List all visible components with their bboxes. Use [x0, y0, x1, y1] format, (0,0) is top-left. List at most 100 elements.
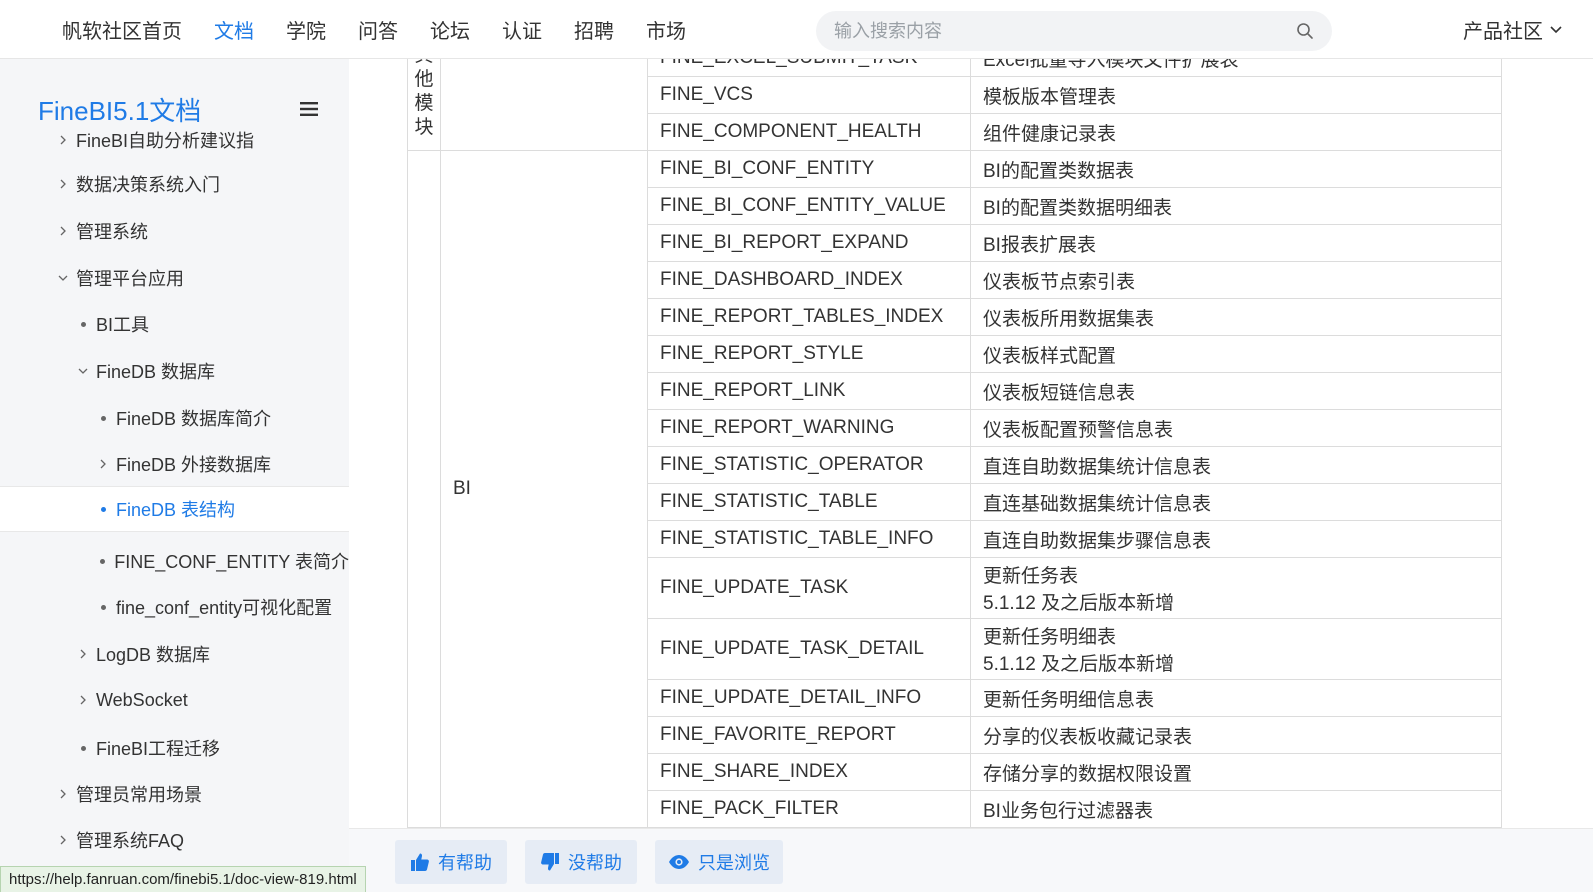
- table-desc-cell: 直连自助数据集步骤信息表: [970, 520, 1502, 558]
- search-input[interactable]: [834, 11, 1274, 51]
- nav-item[interactable]: 认证: [502, 15, 542, 44]
- sidebar-item-label: 数据决策系统入门: [76, 175, 220, 195]
- sidebar-item[interactable]: LogDB 数据库: [0, 631, 349, 677]
- sidebar-item[interactable]: FineDB 外接数据库: [0, 441, 349, 487]
- table-desc-cell: 组件健康记录表: [970, 113, 1502, 151]
- product-community-menu[interactable]: 产品社区: [1463, 0, 1563, 59]
- sidebar-item[interactable]: FineDB 表结构: [0, 486, 349, 532]
- table-row: BI FINE_BI_CONF_ENTITY BI的配置类数据表: [407, 150, 1502, 828]
- sidebar-item[interactable]: BI工具: [0, 301, 349, 347]
- table-desc-cell: 更新任务表 5.1.12 及之后版本新增: [970, 557, 1502, 619]
- chevron-down-icon: [56, 274, 70, 282]
- table-desc: BI的配置类数据明细表: [983, 197, 1172, 219]
- sidebar-item[interactable]: 管理平台应用: [0, 255, 349, 301]
- table-name-cell: FINE_EXCEL_SUBMIT_TASK: [647, 59, 971, 77]
- sidebar-item-label: fine_conf_entity可视化配置: [116, 598, 333, 618]
- sidebar-item-label: FineDB 外接数据库: [116, 455, 272, 475]
- sidebar-item[interactable]: FineDB 数据库: [0, 348, 349, 394]
- sidebar-item[interactable]: 管理系统FAQ: [0, 817, 349, 863]
- sidebar-item[interactable]: FineBI工程迁移: [0, 725, 349, 771]
- table-desc-cell: BI的配置类数据明细表: [970, 187, 1502, 225]
- table-desc-cell: 直连自助数据集统计信息表: [970, 446, 1502, 484]
- table-desc-cell: 存储分享的数据权限设置: [970, 753, 1502, 791]
- doc-content: 其他模块 FINE_EXCEL_SUBMIT_TASK Excel批量导入模块文件扩…: [349, 59, 1593, 892]
- just-browsing-label: 只是浏览: [698, 853, 770, 873]
- table-name-cell: FINE_STATISTIC_TABLE: [647, 483, 971, 521]
- table-name-cell: FINE_BI_REPORT_EXPAND: [647, 224, 971, 262]
- table-name-cell: FINE_BI_CONF_ENTITY_VALUE: [647, 187, 971, 225]
- table-desc-cell: Excel批量导入模块文件扩展表: [970, 59, 1502, 77]
- search-icon[interactable]: [1296, 22, 1314, 40]
- table-desc: 更新任务表: [983, 566, 1079, 587]
- module-group-label: 其他模块: [414, 59, 434, 138]
- bullet-icon: [76, 321, 90, 327]
- helpful-label: 有帮助: [438, 853, 492, 873]
- thumbs-down-icon: [541, 853, 559, 871]
- table-desc-cell: 更新任务明细表 5.1.12 及之后版本新增: [970, 618, 1502, 680]
- chevron-right-icon: [76, 649, 90, 659]
- table-desc-cell: BI报表扩展表: [970, 224, 1502, 262]
- chevron-right-icon: [96, 459, 110, 469]
- sidebar-item-label: FineDB 数据库: [96, 362, 216, 382]
- table-desc: 仪表板配置预警信息表: [983, 419, 1174, 441]
- bullet-icon: [96, 415, 110, 421]
- table-desc: BI的配置类数据表: [983, 160, 1134, 182]
- table-desc: 仪表板样式配置: [983, 345, 1117, 367]
- sidebar-item-label: FineDB 数据库简介: [116, 409, 272, 429]
- sidebar-item[interactable]: FineBI自助分析建议指: [0, 117, 349, 163]
- table-desc-cell: 仪表板所用数据集表: [970, 298, 1502, 336]
- table-desc: BI业务包行过滤器表: [983, 800, 1153, 822]
- version-note: 5.1.12 及之后版本新增: [983, 654, 1175, 675]
- sidebar-item[interactable]: WebSocket: [0, 677, 349, 723]
- table-desc: 仪表板节点索引表: [983, 271, 1136, 293]
- sidebar-item[interactable]: 管理员常用场景: [0, 771, 349, 817]
- chevron-right-icon: [56, 835, 70, 845]
- table-desc-cell: BI业务包行过滤器表: [970, 790, 1502, 828]
- nav-item[interactable]: 问答: [358, 15, 398, 44]
- table-name-cell: FINE_STATISTIC_TABLE_INFO: [647, 520, 971, 558]
- search-box: [816, 11, 1332, 51]
- table-name-cell: FINE_REPORT_STYLE: [647, 335, 971, 373]
- sidebar-item[interactable]: FINE_CONF_ENTITY 表简介: [0, 538, 349, 584]
- table-desc-cell: 直连基础数据集统计信息表: [970, 483, 1502, 521]
- just-browsing-button[interactable]: 只是浏览: [655, 840, 783, 884]
- sidebar-item[interactable]: 数据决策系统入门: [0, 161, 349, 207]
- chevron-down-icon: [76, 367, 90, 375]
- table-desc: 直连基础数据集统计信息表: [983, 493, 1212, 515]
- table-desc-cell: BI的配置类数据表: [970, 150, 1502, 188]
- table-name-cell: FINE_COMPONENT_HEALTH: [647, 113, 971, 151]
- version-note: 5.1.12 及之后版本新增: [983, 593, 1175, 614]
- table-desc: 组件健康记录表: [983, 123, 1117, 145]
- not-helpful-button[interactable]: 没帮助: [525, 840, 637, 884]
- status-bar-url: https://help.fanruan.com/finebi5.1/doc-v…: [0, 866, 366, 892]
- chevron-right-icon: [56, 226, 70, 236]
- module-group-label: BI: [453, 478, 471, 499]
- sidebar-item-label: 管理员常用场景: [76, 785, 202, 805]
- nav-item[interactable]: 文档: [214, 15, 254, 44]
- table-name-cell: FINE_PACK_FILTER: [647, 790, 971, 828]
- sidebar-item[interactable]: fine_conf_entity可视化配置: [0, 584, 349, 630]
- table-desc-cell: 仪表板样式配置: [970, 335, 1502, 373]
- table-desc: 模板版本管理表: [983, 86, 1117, 108]
- nav-item[interactable]: 论坛: [430, 15, 470, 44]
- sidebar-item-label: BI工具: [96, 315, 150, 335]
- table-desc: 存储分享的数据权限设置: [983, 763, 1193, 785]
- sidebar-item[interactable]: 管理系统: [0, 208, 349, 254]
- nav-item[interactable]: 学院: [286, 15, 326, 44]
- sidebar-item-label: FineBI工程迁移: [96, 739, 221, 759]
- module-group-cell: [440, 59, 648, 151]
- menu-icon[interactable]: [300, 101, 318, 117]
- sidebar-item[interactable]: FineDB 数据库简介: [0, 395, 349, 441]
- bullet-icon: [96, 558, 108, 564]
- sidebar-item-label: LogDB 数据库: [96, 645, 211, 665]
- sidebar-item-label: FineDB 表结构: [116, 500, 236, 520]
- sidebar-item-label: FineBI自助分析建议指: [76, 131, 255, 151]
- table-desc: 分享的仪表板收藏记录表: [983, 726, 1193, 748]
- sidebar-item-label: WebSocket: [96, 689, 188, 710]
- not-helpful-label: 没帮助: [568, 853, 622, 873]
- table-name-cell: FINE_VCS: [647, 76, 971, 114]
- helpful-button[interactable]: 有帮助: [395, 840, 507, 884]
- nav-item[interactable]: 招聘: [574, 15, 614, 44]
- nav-item[interactable]: 市场: [646, 15, 686, 44]
- nav-item[interactable]: 帆软社区首页: [62, 15, 182, 44]
